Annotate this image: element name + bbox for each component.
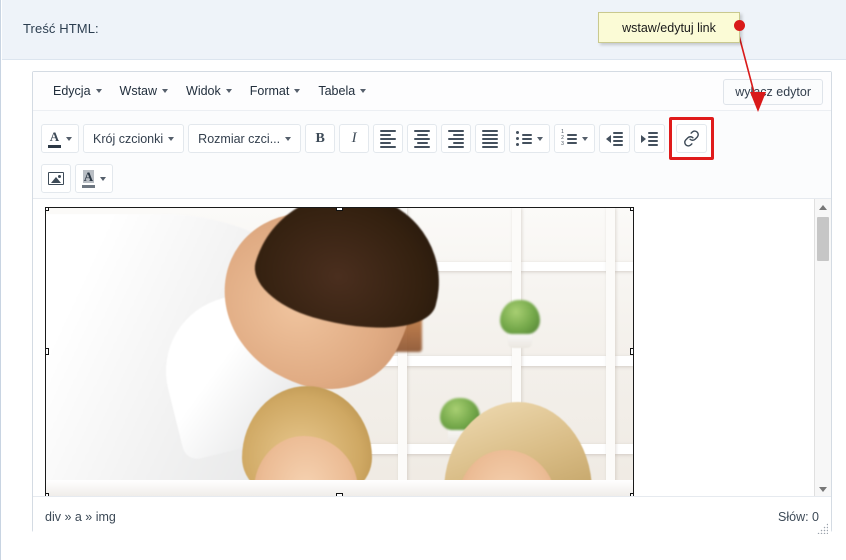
- bullet-list-icon: [516, 131, 533, 146]
- chevron-down-icon: [537, 136, 544, 141]
- menu-item-format[interactable]: Format: [241, 80, 310, 102]
- italic-icon: I: [351, 130, 357, 146]
- font-size-label: Rozmiar czci...: [198, 131, 281, 146]
- menu-item-tabela[interactable]: Tabela: [309, 80, 375, 102]
- editor-content-area[interactable]: [33, 199, 831, 497]
- resize-handle-middle-left[interactable]: [46, 348, 49, 355]
- bold-icon: B: [315, 130, 325, 146]
- chevron-down-icon: [294, 89, 301, 93]
- align-justify-button[interactable]: [475, 124, 506, 153]
- insert-link-highlight: [668, 117, 714, 160]
- scroll-down-button[interactable]: [815, 481, 831, 496]
- menu-item-wstaw[interactable]: Wstaw: [111, 80, 178, 102]
- scroll-up-button[interactable]: [815, 199, 831, 215]
- insert-image-button[interactable]: [41, 164, 71, 193]
- menu-item-edycja[interactable]: Edycja: [44, 80, 111, 102]
- resize-handle-top-left[interactable]: [46, 208, 49, 211]
- editor-statusbar: div » a » img Słów: 0: [33, 497, 831, 536]
- chevron-down-icon: [360, 89, 367, 93]
- scrollbar-thumb[interactable]: [817, 217, 829, 261]
- chevron-down-icon: [162, 89, 169, 93]
- editor-page: Treść HTML: Edycja Wstaw Widok Format Ta: [0, 0, 846, 560]
- font-family-label: Krój czcionki: [93, 131, 164, 146]
- insert-link-button[interactable]: [675, 124, 707, 153]
- chevron-down-icon: [100, 176, 106, 181]
- content-scrollbar[interactable]: [814, 199, 831, 496]
- toolbar-row-2: A: [41, 164, 823, 193]
- align-right-button[interactable]: [441, 124, 472, 153]
- link-icon: [683, 130, 699, 147]
- toolbar-row-1: A Krój czcionki Rozmiar czci... B I 1 2 …: [41, 117, 823, 160]
- outdent-button[interactable]: [598, 124, 630, 153]
- outdent-icon: [605, 131, 623, 146]
- indent-button[interactable]: [633, 124, 665, 153]
- italic-button[interactable]: I: [339, 124, 370, 153]
- chevron-down-icon: [285, 136, 292, 141]
- font-size-dropdown[interactable]: Rozmiar czci...: [188, 124, 302, 153]
- content-canvas[interactable]: [33, 199, 815, 496]
- align-right-icon: [448, 129, 465, 148]
- resize-handle-top-middle[interactable]: [335, 208, 343, 211]
- text-color-button[interactable]: A: [41, 124, 79, 153]
- align-left-icon: [380, 129, 397, 148]
- editor-menubar: Edycja Wstaw Widok Format Tabela wyłącz …: [33, 72, 831, 111]
- menu-item-label: Wstaw: [119, 84, 158, 98]
- image-icon: [48, 172, 64, 185]
- html-editor: Edycja Wstaw Widok Format Tabela wyłącz …: [32, 71, 832, 536]
- numbered-list-button[interactable]: 123: [554, 124, 595, 153]
- chevron-down-icon: [66, 136, 72, 141]
- callout-anchor-dot: [734, 20, 745, 31]
- font-family-dropdown[interactable]: Krój czcionki: [83, 124, 185, 153]
- word-count-label: Słów: 0: [778, 509, 819, 524]
- tooltip-callout: wstaw/edytuj link: [598, 12, 740, 43]
- bold-button[interactable]: B: [305, 124, 336, 153]
- chevron-down-icon: [819, 486, 827, 492]
- align-left-button[interactable]: [373, 124, 404, 153]
- chevron-down-icon: [581, 136, 588, 141]
- photo-kitchen-scene: [46, 208, 633, 496]
- menu-item-label: Tabela: [318, 84, 356, 98]
- align-center-icon: [414, 129, 431, 148]
- menu-item-label: Format: [249, 84, 290, 98]
- chevron-down-icon: [95, 89, 102, 93]
- resize-handle-middle-right[interactable]: [630, 348, 633, 355]
- page-title: Treść HTML:: [23, 21, 99, 36]
- chevron-up-icon: [819, 204, 827, 210]
- numbered-list-icon: 123: [561, 130, 577, 147]
- bullet-list-button[interactable]: [509, 124, 551, 153]
- menu-item-label: Widok: [186, 84, 221, 98]
- align-center-button[interactable]: [407, 124, 438, 153]
- chevron-down-icon: [225, 89, 232, 93]
- highlight-color-button[interactable]: A: [75, 164, 113, 193]
- highlight-a-icon: A: [82, 169, 95, 188]
- chevron-down-icon: [168, 136, 175, 141]
- disable-editor-button[interactable]: wyłącz edytor: [723, 79, 823, 105]
- menu-item-label: Edycja: [53, 84, 91, 98]
- align-justify-icon: [482, 129, 499, 148]
- element-path-breadcrumb[interactable]: div » a » img: [45, 510, 116, 524]
- underlined-a-icon: A: [48, 130, 61, 148]
- selected-image[interactable]: [45, 207, 634, 496]
- indent-icon: [640, 131, 658, 146]
- editor-resize-grip[interactable]: [817, 523, 828, 534]
- editor-toolbar: A Krój czcionki Rozmiar czci... B I 1 2 …: [33, 111, 831, 199]
- tooltip-text: wstaw/edytuj link: [622, 20, 716, 35]
- resize-handle-top-right[interactable]: [630, 208, 633, 211]
- menu-item-widok[interactable]: Widok: [177, 80, 241, 102]
